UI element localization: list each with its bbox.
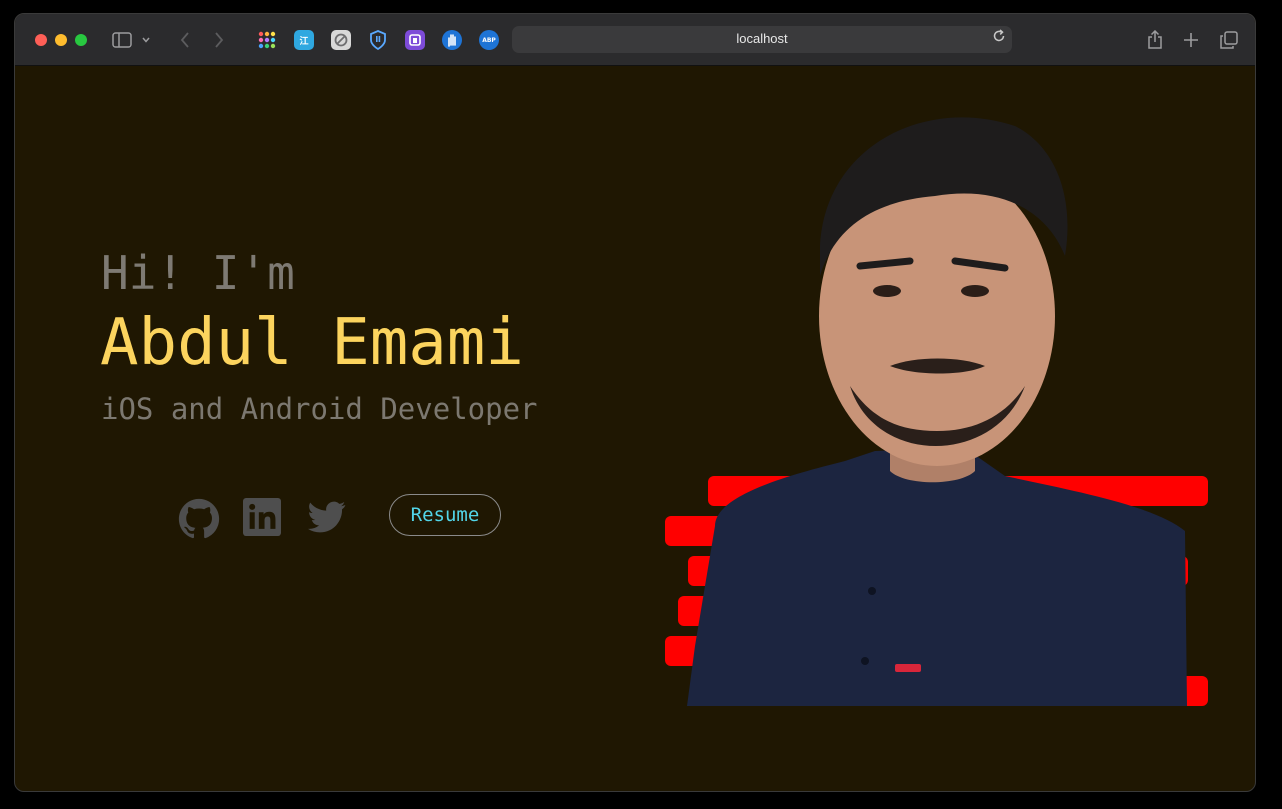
reload-icon[interactable] (992, 29, 1006, 47)
browser-toolbar: 江 ABP localhost (15, 14, 1255, 66)
developer-name: Abdul Emami (100, 306, 524, 380)
blocker-icon[interactable] (331, 30, 351, 50)
hand-icon[interactable] (442, 30, 462, 50)
linkedin-icon[interactable] (243, 498, 285, 540)
share-icon[interactable] (1143, 28, 1167, 52)
github-icon[interactable] (178, 498, 220, 540)
tab-overview-icon[interactable] (1217, 28, 1241, 52)
apps-grid-icon[interactable] (257, 30, 277, 50)
greeting-text: Hi! I'm (101, 246, 295, 300)
back-icon[interactable] (173, 28, 197, 52)
browser-window: 江 ABP localhost Hi! I'm Abdul Emami iOS … (14, 13, 1256, 792)
zoom-window-button[interactable] (75, 34, 87, 46)
translate-icon[interactable]: 江 (294, 30, 314, 50)
adblock-icon-label: ABP (482, 36, 496, 44)
chevron-down-icon[interactable] (139, 28, 153, 52)
page-content: Hi! I'm Abdul Emami iOS and Android Deve… (15, 66, 1255, 791)
sidebar-toggle-icon[interactable] (110, 28, 134, 52)
shield-icon[interactable] (368, 30, 388, 50)
developer-portrait (687, 117, 1187, 706)
resume-button[interactable]: Resume (389, 494, 501, 536)
close-window-button[interactable] (35, 34, 47, 46)
extension-icon[interactable] (405, 30, 425, 50)
translate-icon-label: 江 (299, 36, 309, 47)
forward-icon[interactable] (207, 28, 231, 52)
minimize-window-button[interactable] (55, 34, 67, 46)
developer-role: iOS and Android Developer (101, 392, 538, 426)
address-text: localhost (736, 31, 788, 46)
adblock-icon[interactable]: ABP (479, 30, 499, 50)
address-bar[interactable]: localhost (512, 26, 1012, 53)
new-tab-icon[interactable] (1179, 28, 1203, 52)
twitter-icon[interactable] (308, 500, 350, 542)
